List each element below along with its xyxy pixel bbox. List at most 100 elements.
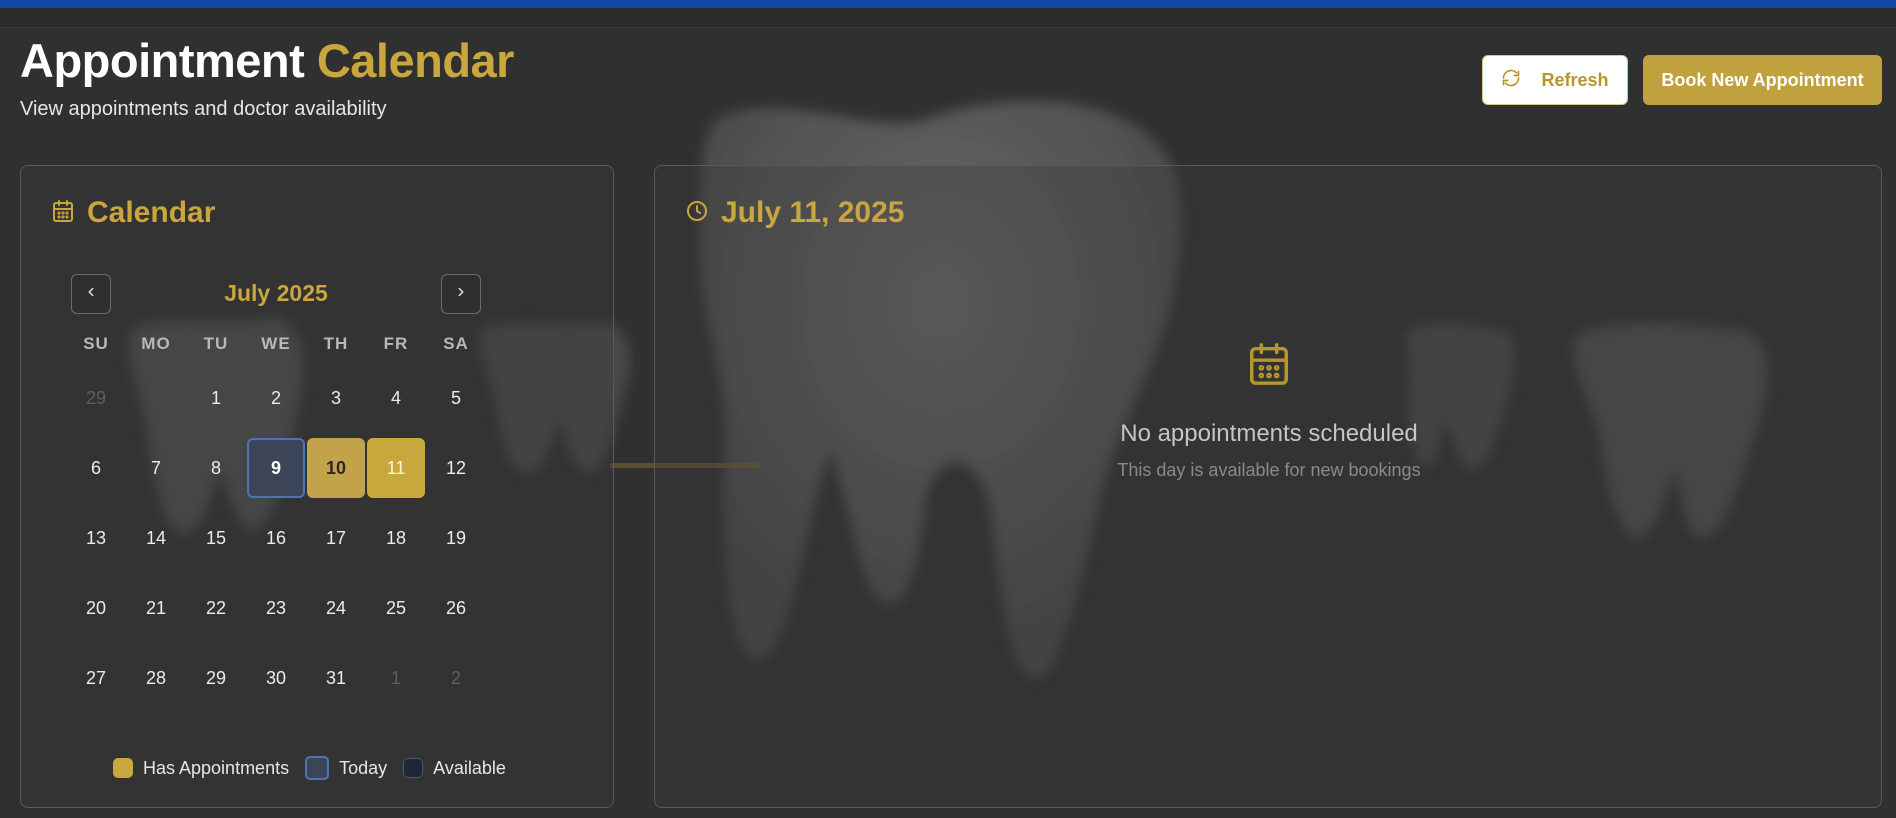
calendar-day-grid: 29 1 2 3 4 5 6 7 8 9 10 11 12 13 14 15 16 17 18 19 20 21 22 23 2… <box>66 363 486 713</box>
calendar-day-number: 12 <box>445 457 467 478</box>
calendar-day[interactable]: 31 <box>306 643 366 713</box>
calendar-day[interactable]: 22 <box>186 573 246 643</box>
calendar-empty-icon <box>1246 341 1292 392</box>
calendar-day[interactable]: 24 <box>306 573 366 643</box>
calendar-day[interactable]: 13 <box>66 503 126 573</box>
weekday-label: SU <box>83 334 109 353</box>
calendar-day-number: 3 <box>330 387 341 408</box>
calendar-day-number: 29 <box>205 667 227 688</box>
chevron-left-icon <box>84 285 98 304</box>
weekday-label: SA <box>443 334 469 353</box>
empty-state-title: No appointments scheduled <box>1120 420 1418 447</box>
previous-month-button[interactable] <box>71 274 111 314</box>
calendar-day-number: 16 <box>265 527 287 548</box>
weekday-label: WE <box>261 334 291 353</box>
calendar-icon <box>51 199 75 228</box>
calendar-day-number: 9 <box>270 457 281 478</box>
calendar-day[interactable]: 2 <box>246 363 306 433</box>
calendar-day-number: 25 <box>385 597 407 618</box>
calendar-day-today[interactable]: 9 <box>246 433 306 503</box>
weekday-label: MO <box>141 334 171 353</box>
clock-icon <box>685 199 709 228</box>
calendar-day-number: 18 <box>385 527 407 548</box>
calendar-day-number: 2 <box>450 667 461 688</box>
calendar-day[interactable]: 1 <box>366 643 426 713</box>
calendar-day[interactable]: 23 <box>246 573 306 643</box>
empty-state-subtitle: This day is available for new bookings <box>1117 460 1421 480</box>
calendar-day[interactable]: 15 <box>186 503 246 573</box>
legend-swatch-today <box>305 756 330 780</box>
calendar-day[interactable]: 8 <box>186 433 246 503</box>
calendar-day[interactable]: 5 <box>426 363 486 433</box>
calendar-day[interactable]: 2 <box>426 643 486 713</box>
window-top-strip <box>0 8 1896 28</box>
calendar-day-number: 6 <box>90 457 101 478</box>
calendar-week-row: 27 28 29 30 31 1 2 <box>66 643 486 713</box>
calendar-day[interactable]: 3 <box>306 363 366 433</box>
calendar-week-row: 20 21 22 23 24 25 26 <box>66 573 486 643</box>
calendar-day[interactable]: 25 <box>366 573 426 643</box>
calendar-day-number: 28 <box>145 667 167 688</box>
calendar-day-number: 2 <box>270 387 281 408</box>
calendar-day-number: 30 <box>265 667 287 688</box>
day-detail-panel: July 11, 2025 No appointments scheduled … <box>654 165 1882 808</box>
calendar-day-number: 10 <box>325 457 347 478</box>
calendar-day-number: 11 <box>386 457 406 478</box>
current-month-label: July 2025 <box>224 280 328 306</box>
calendar-day[interactable]: 30 <box>246 643 306 713</box>
calendar-day-number: 13 <box>85 527 107 548</box>
calendar-day[interactable]: 6 <box>66 433 126 503</box>
calendar-panel-header: Calendar <box>51 196 215 230</box>
calendar-day <box>126 363 186 433</box>
calendar-day[interactable]: 26 <box>426 573 486 643</box>
refresh-icon <box>1501 68 1521 93</box>
calendar-day[interactable]: 12 <box>426 433 486 503</box>
calendar-panel: Calendar July 2025 SU MO TU WE TH FR SA … <box>20 165 614 808</box>
legend-item-available: Available <box>403 758 506 779</box>
calendar-day[interactable]: 1 <box>186 363 246 433</box>
refresh-button-label: Refresh <box>1541 69 1609 90</box>
calendar-day-number: 17 <box>325 527 347 548</box>
empty-state: No appointments scheduled This day is av… <box>655 341 1883 481</box>
calendar-day-number: 5 <box>450 387 461 408</box>
calendar-week-row: 6 7 8 9 10 11 12 <box>66 433 486 503</box>
calendar-day-number: 4 <box>390 387 401 408</box>
calendar-day[interactable]: 19 <box>426 503 486 573</box>
calendar-week-row: 13 14 15 16 17 18 19 <box>66 503 486 573</box>
calendar-day[interactable]: 4 <box>366 363 426 433</box>
calendar-day[interactable]: 27 <box>66 643 126 713</box>
next-month-button[interactable] <box>441 274 481 314</box>
calendar-day-number: 26 <box>445 597 467 618</box>
calendar-day-number: 14 <box>145 527 167 548</box>
calendar-day[interactable]: 20 <box>66 573 126 643</box>
legend-swatch-has-appointments <box>113 758 133 778</box>
calendar-day-number: 20 <box>85 597 107 618</box>
calendar-day[interactable]: 7 <box>126 433 186 503</box>
calendar-day-number: 15 <box>205 527 227 548</box>
calendar-day-number: 24 <box>325 597 347 618</box>
calendar-day[interactable]: 29 <box>66 363 126 433</box>
legend-label-today: Today <box>339 757 388 778</box>
page-header: Appointment Calendar View appointments a… <box>20 34 514 121</box>
weekday-label: TU <box>203 334 229 353</box>
calendar-day-number: 22 <box>205 597 227 618</box>
legend-label-has-appointments: Has Appointments <box>143 757 290 778</box>
calendar-day[interactable]: 18 <box>366 503 426 573</box>
book-new-appointment-button[interactable]: Book New Appointment <box>1643 55 1882 105</box>
calendar-day-number: 8 <box>210 457 221 478</box>
calendar-day[interactable]: 21 <box>126 573 186 643</box>
calendar-legend: Has Appointments Today Available <box>113 756 522 780</box>
calendar-day[interactable]: 17 <box>306 503 366 573</box>
page-subtitle: View appointments and doctor availabilit… <box>20 98 387 120</box>
calendar-day[interactable]: 16 <box>246 503 306 573</box>
page-title: Appointment Calendar <box>20 34 514 88</box>
calendar-day[interactable]: 14 <box>126 503 186 573</box>
refresh-button[interactable]: Refresh <box>1482 55 1628 105</box>
calendar-week-row: 29 1 2 3 4 5 <box>66 363 486 433</box>
calendar-day[interactable]: 28 <box>126 643 186 713</box>
selected-date-title: July 11, 2025 <box>721 196 905 229</box>
calendar-day[interactable]: 29 <box>186 643 246 713</box>
calendar-day-selected[interactable]: 11 <box>366 433 426 503</box>
calendar-day-appt[interactable]: 10 <box>306 433 366 503</box>
calendar-day-number: 27 <box>85 667 107 688</box>
